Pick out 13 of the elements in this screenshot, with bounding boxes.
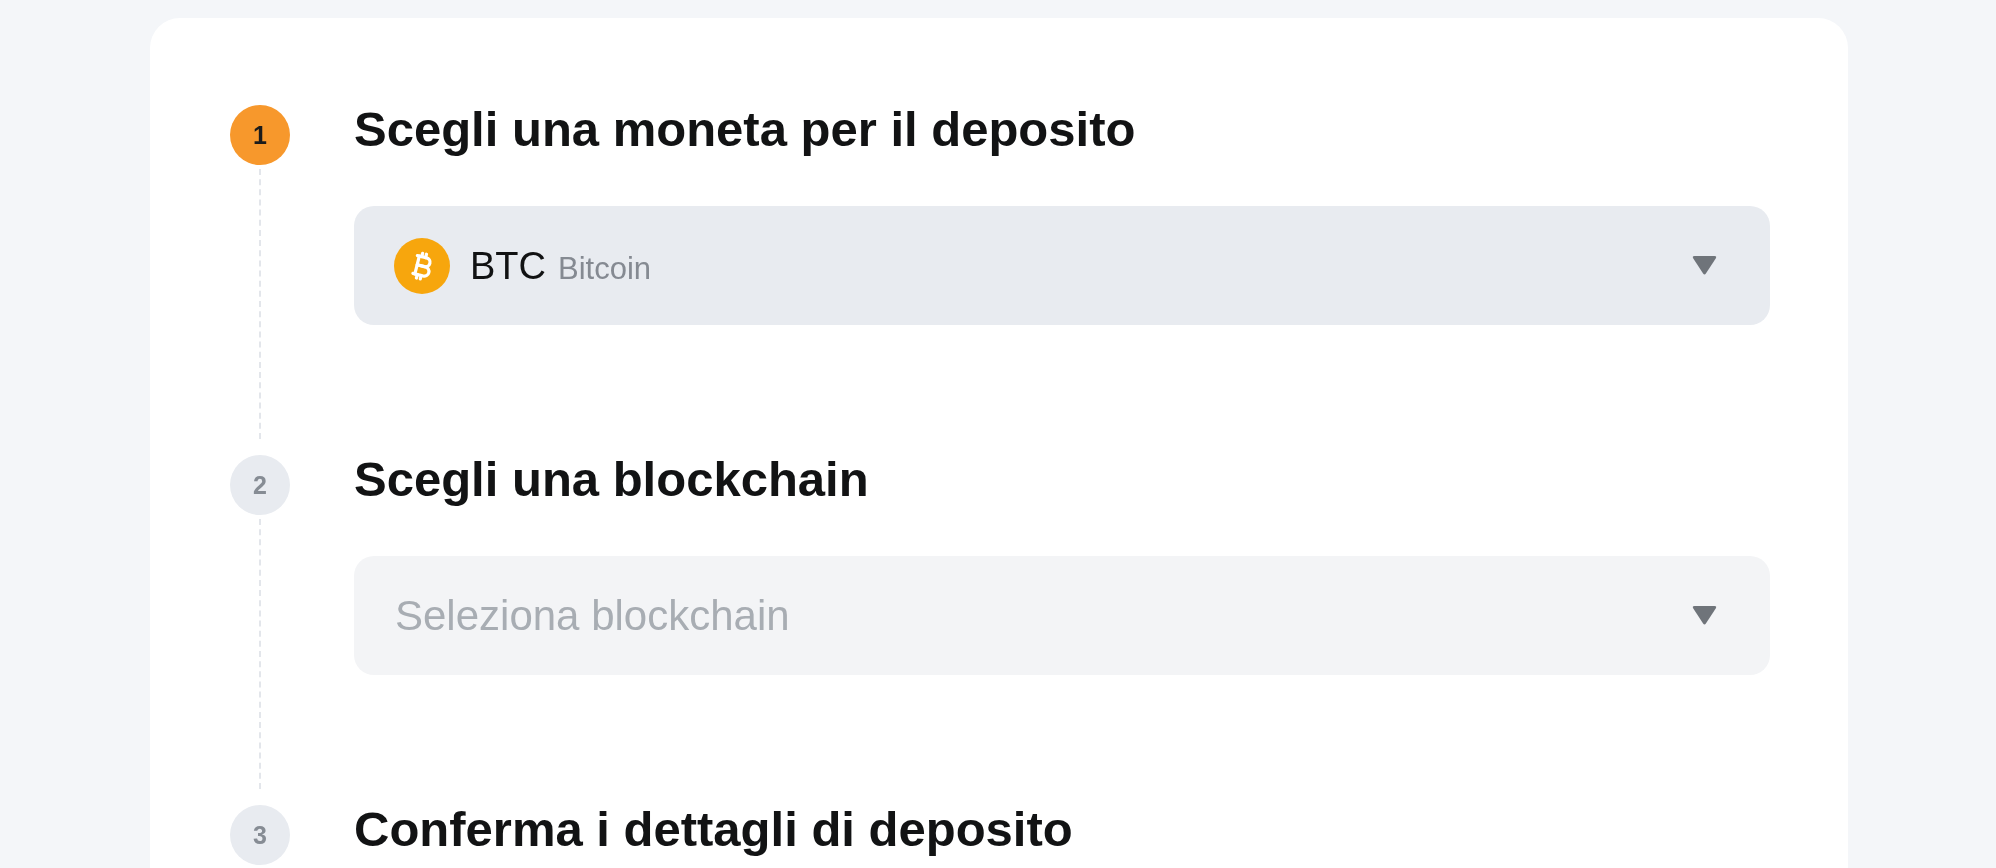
coin-name-text: Bitcoin xyxy=(558,250,652,284)
caret-icon xyxy=(1692,606,1717,625)
step-title: Conferma i dettagli di deposito xyxy=(354,801,1074,858)
coin-icon xyxy=(394,237,450,294)
coin-dropdown[interactable]: BTC Bitcoin xyxy=(354,206,1770,325)
coin-symbol-text: BTC xyxy=(470,246,546,285)
step-number-badge: 1 xyxy=(230,105,290,165)
select-dropdown[interactable]: Seleziona blockchain xyxy=(354,556,1770,675)
step-title: Scegli una blockchain xyxy=(354,451,870,508)
step-number-badge: 3 xyxy=(230,805,290,865)
step-number-badge: 2 xyxy=(230,455,290,515)
step-title: Scegli una moneta per il deposito xyxy=(354,101,1137,158)
caret-icon xyxy=(1692,256,1717,275)
